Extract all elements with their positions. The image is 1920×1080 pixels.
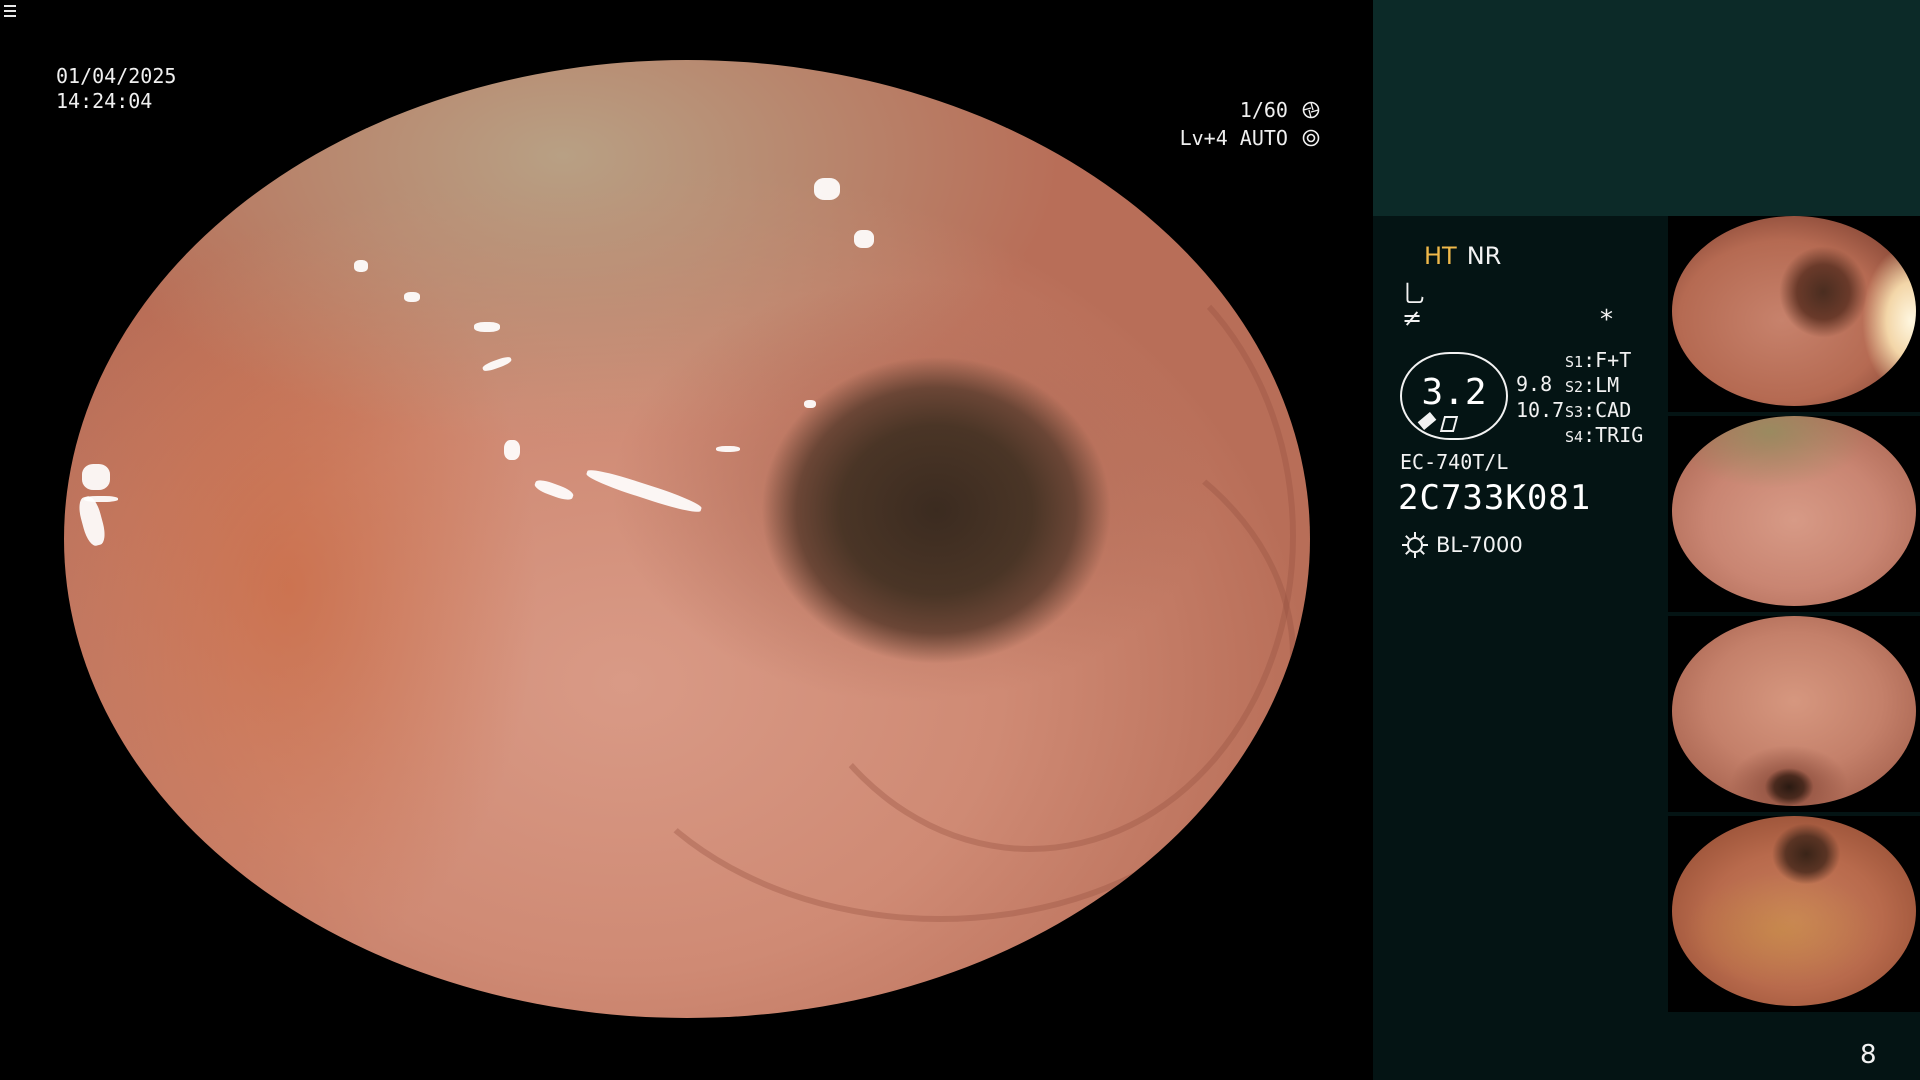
page-number: 8 (1860, 1040, 1877, 1070)
zoom-sub-value-2: 10.7 (1516, 398, 1565, 422)
light-reflection (481, 355, 513, 373)
endoscopy-screen: 01/04/2025 14:24:04 1/60 Lv+4 AUTO HT NR … (0, 0, 1920, 1080)
asterisk-indicator: * (1600, 305, 1613, 335)
view-mask-top (0, 0, 1372, 60)
light-reflection (533, 477, 575, 503)
capture-thumbnail[interactable] (1668, 616, 1920, 812)
light-reflection (474, 322, 500, 332)
exposure-level-value: Lv+4 AUTO (1179, 126, 1288, 150)
exam-time: 14:24:04 (56, 89, 153, 113)
zoom-sub-value-1: 9.8 (1516, 372, 1553, 396)
shutter-speed-value: 1/60 (1239, 98, 1288, 122)
side-panel-header (1373, 0, 1920, 216)
exam-date: 01/04/2025 (56, 64, 177, 88)
scope-serial-number: 2C733K081 (1398, 478, 1592, 518)
light-reflection (814, 178, 840, 200)
mucosal-fold (584, 390, 1296, 922)
slot-key: S2 (1565, 378, 1584, 396)
slot-key: S1 (1565, 353, 1584, 371)
light-source: BL-7000 (1400, 530, 1523, 560)
light-reflection (75, 494, 109, 548)
slot-value: F+T (1595, 348, 1632, 372)
shutter-speed: 1/60 (1150, 98, 1320, 122)
light-source-icon (1402, 532, 1428, 558)
light-reflection (404, 292, 420, 302)
auto-exposure-icon (1302, 129, 1320, 147)
scope-info-area (1373, 216, 1669, 1080)
zoom-badge: 3.2 (1400, 352, 1508, 440)
slot-value: TRIG (1595, 423, 1644, 447)
exposure-level: Lv+4 AUTO (1150, 126, 1320, 150)
thumbnail-image (1672, 616, 1916, 806)
mode-nr: NR (1466, 242, 1502, 270)
endoscope-live-view: 01/04/2025 14:24:04 1/60 Lv+4 AUTO (0, 0, 1372, 1080)
light-reflection (84, 496, 118, 502)
endoscope-image (64, 60, 1310, 1018)
switch-slot-1: S1:F+T (1565, 348, 1632, 372)
capture-thumbnail[interactable] (1668, 416, 1920, 612)
light-reflection (854, 230, 874, 248)
thumbnail-image (1672, 416, 1916, 606)
zoom-value: 3.2 (1421, 372, 1487, 413)
light-reflection (804, 400, 816, 408)
switch-slot-3: S3:CAD (1565, 398, 1632, 422)
slot-key: S4 (1565, 428, 1584, 446)
slot-key: S3 (1565, 403, 1584, 421)
light-reflection (82, 464, 110, 490)
pencil-icon (1417, 412, 1437, 430)
color-enhance-icon: ≠ (1402, 304, 1423, 332)
image-mode-indicator: HT NR (1424, 242, 1501, 270)
light-source-model: BL-7000 (1436, 533, 1523, 557)
view-mask-bottom (0, 1018, 1372, 1080)
light-reflection (354, 260, 368, 272)
scope-model: EC-740T/L (1400, 450, 1509, 474)
capture-thumbnail[interactable] (1668, 816, 1920, 1012)
thumbnail-image (1672, 216, 1916, 406)
switch-slot-2: S2:LM (1565, 373, 1620, 397)
light-reflection (504, 440, 520, 460)
mode-ht: HT (1424, 242, 1457, 270)
slot-value: CAD (1595, 398, 1632, 422)
switch-slot-4: S4:TRIG (1565, 423, 1644, 447)
iris-icon (1302, 101, 1320, 119)
light-reflection (716, 446, 740, 452)
flag-icon (1439, 416, 1459, 432)
slot-value: LM (1595, 373, 1620, 397)
capture-thumbnail[interactable] (1668, 216, 1920, 412)
thumbnail-image (1672, 816, 1916, 1006)
